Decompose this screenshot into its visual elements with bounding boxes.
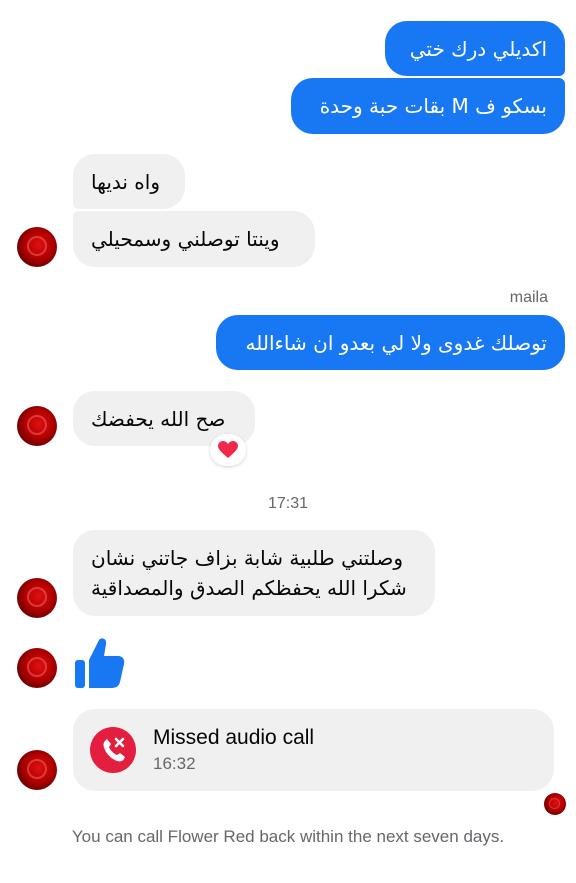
call-title: Missed audio call bbox=[153, 726, 315, 749]
message-text: بسكو ف M بقات حبة وحدة bbox=[319, 94, 547, 118]
missed-call-card[interactable]: Missed audio call 16:32 bbox=[73, 709, 554, 791]
contact-avatar[interactable] bbox=[17, 648, 57, 688]
missed-call-icon bbox=[90, 727, 136, 773]
thumbs-up-icon bbox=[75, 638, 125, 688]
timestamp: 17:31 bbox=[267, 495, 309, 512]
incoming-message[interactable]: وينتا توصلني وسمحيلي bbox=[73, 211, 315, 267]
read-receipt-avatar bbox=[544, 793, 566, 815]
call-time: 16:32 bbox=[153, 754, 196, 773]
contact-avatar[interactable] bbox=[17, 750, 57, 790]
message-text-line-2: شكرا الله يحفظكم الصدق والمصداقية bbox=[91, 576, 407, 600]
outgoing-message[interactable]: بسكو ف M بقات حبة وحدة bbox=[291, 78, 565, 134]
heart-icon bbox=[218, 441, 238, 458]
message-text: صح الله يحفضك bbox=[91, 406, 226, 431]
heart-reaction[interactable] bbox=[210, 434, 246, 466]
contact-avatar[interactable] bbox=[17, 578, 57, 618]
contact-avatar[interactable] bbox=[17, 227, 57, 267]
thumbs-up-message[interactable] bbox=[73, 636, 125, 690]
incoming-message[interactable]: واه نديها bbox=[73, 154, 185, 209]
incoming-message[interactable]: وصلتني طلبية شابة بزاف جاتني نشان شكرا ا… bbox=[73, 530, 435, 616]
sender-name: maila bbox=[509, 289, 548, 306]
message-text: وينتا توصلني وسمحيلي bbox=[91, 227, 280, 251]
message-text: توصلك غدوى ولا لي بعدو ان شاءالله bbox=[245, 330, 547, 355]
contact-avatar[interactable] bbox=[17, 406, 57, 446]
message-text-line-1: وصلتني طلبية شابة بزاف جاتني نشان bbox=[91, 546, 404, 570]
outgoing-message[interactable]: توصلك غدوى ولا لي بعدو ان شاءالله bbox=[216, 315, 565, 370]
message-text: واه نديها bbox=[91, 169, 160, 194]
outgoing-message[interactable]: اكديلي درك ختي bbox=[385, 21, 565, 76]
message-text: اكديلي درك ختي bbox=[409, 36, 547, 61]
call-back-notice: You can call Flower Red back within the … bbox=[71, 827, 505, 846]
